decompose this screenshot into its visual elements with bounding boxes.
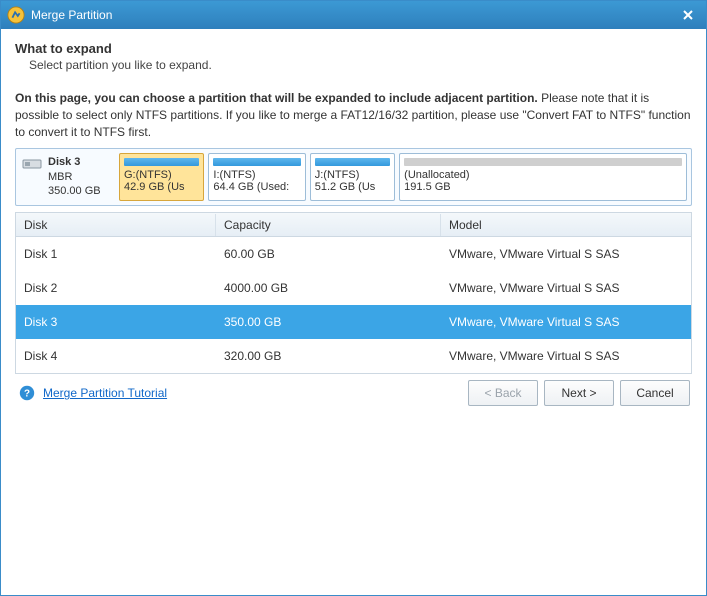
cell-disk: Disk 2: [16, 277, 216, 299]
table-row[interactable]: Disk 4320.00 GBVMware, VMware Virtual S …: [16, 339, 691, 373]
app-icon: [7, 6, 25, 24]
table-row[interactable]: Disk 3350.00 GBVMware, VMware Virtual S …: [16, 305, 691, 339]
cell-capacity: 350.00 GB: [216, 311, 441, 333]
partition-block[interactable]: I:(NTFS)64.4 GB (Used:: [208, 153, 305, 201]
partition-block[interactable]: J:(NTFS)51.2 GB (Us: [310, 153, 395, 201]
column-header-model[interactable]: Model: [441, 214, 691, 236]
partition-label: (Unallocated): [404, 169, 682, 181]
tutorial-link[interactable]: Merge Partition Tutorial: [43, 386, 167, 400]
table-row[interactable]: Disk 160.00 GBVMware, VMware Virtual S S…: [16, 237, 691, 271]
disk-info-text: Disk 3 MBR 350.00 GB: [48, 155, 101, 199]
close-button[interactable]: [676, 5, 700, 25]
partition-size: 191.5 GB: [404, 181, 682, 193]
description-text: On this page, you can choose a partition…: [15, 90, 692, 140]
cell-capacity: 60.00 GB: [216, 243, 441, 265]
next-button[interactable]: Next >: [544, 380, 614, 406]
partition-label: J:(NTFS): [315, 169, 390, 181]
body: What to expand Select partition you like…: [1, 29, 706, 595]
window-title: Merge Partition: [31, 8, 112, 22]
partition-label: G:(NTFS): [124, 169, 199, 181]
disk-icon: [22, 157, 42, 177]
cell-disk: Disk 3: [16, 311, 216, 333]
cell-model: VMware, VMware Virtual S SAS: [441, 277, 691, 299]
partition-size: 64.4 GB (Used:: [213, 181, 300, 193]
table-row[interactable]: Disk 24000.00 GBVMware, VMware Virtual S…: [16, 271, 691, 305]
disk-map: Disk 3 MBR 350.00 GB G:(NTFS)42.9 GB (Us…: [15, 148, 692, 206]
content-area: On this page, you can choose a partition…: [15, 90, 692, 374]
disk-name: Disk 3: [48, 155, 101, 169]
back-button[interactable]: < Back: [468, 380, 538, 406]
description-bold: On this page, you can choose a partition…: [15, 91, 538, 105]
svg-text:?: ?: [24, 389, 30, 400]
disk-type: MBR: [48, 170, 101, 184]
partition-usage-bar: [213, 158, 300, 166]
partition-size: 42.9 GB (Us: [124, 181, 199, 193]
cell-capacity: 320.00 GB: [216, 345, 441, 367]
footer: ? Merge Partition Tutorial < Back Next >…: [15, 374, 692, 406]
merge-partition-window: Merge Partition What to expand Select pa…: [0, 0, 707, 596]
cell-model: VMware, VMware Virtual S SAS: [441, 345, 691, 367]
partition-usage-bar: [404, 158, 682, 166]
partition-block[interactable]: G:(NTFS)42.9 GB (Us: [119, 153, 204, 201]
partition-size: 51.2 GB (Us: [315, 181, 390, 193]
partition-usage-bar: [124, 158, 199, 166]
cell-capacity: 4000.00 GB: [216, 277, 441, 299]
help-icon[interactable]: ?: [17, 383, 37, 403]
cell-disk: Disk 1: [16, 243, 216, 265]
cell-disk: Disk 4: [16, 345, 216, 367]
cancel-button[interactable]: Cancel: [620, 380, 690, 406]
column-header-disk[interactable]: Disk: [16, 214, 216, 236]
cell-model: VMware, VMware Virtual S SAS: [441, 311, 691, 333]
disk-table: Disk Capacity Model Disk 160.00 GBVMware…: [15, 212, 692, 374]
disk-info: Disk 3 MBR 350.00 GB: [20, 153, 115, 201]
disk-size: 350.00 GB: [48, 184, 101, 198]
page-subheading: Select partition you like to expand.: [29, 58, 692, 72]
titlebar: Merge Partition: [1, 1, 706, 29]
page-heading: What to expand: [15, 41, 692, 56]
cell-model: VMware, VMware Virtual S SAS: [441, 243, 691, 265]
partition-label: I:(NTFS): [213, 169, 300, 181]
table-header: Disk Capacity Model: [16, 213, 691, 237]
partition-usage-bar: [315, 158, 390, 166]
partition-block[interactable]: (Unallocated)191.5 GB: [399, 153, 687, 201]
column-header-capacity[interactable]: Capacity: [216, 214, 441, 236]
